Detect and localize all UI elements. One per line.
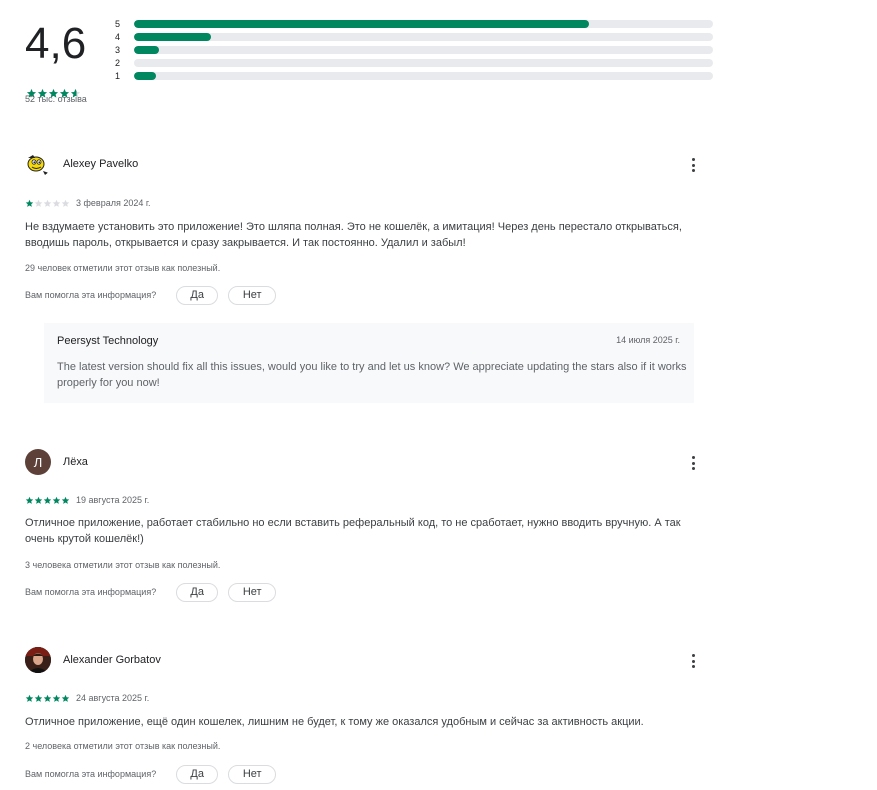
star-icon	[34, 496, 43, 505]
review-author: Лёха	[63, 456, 88, 468]
review-author: Alexey Pavelko	[63, 158, 139, 170]
rating-bar-label: 5	[115, 19, 121, 29]
rating-bar-fill	[134, 20, 589, 28]
review-date: 3 февраля 2024 г.	[76, 198, 151, 208]
reply-text: The latest version should fix all this i…	[57, 361, 687, 389]
star-icon	[43, 694, 52, 703]
review-text: Отличное приложение, работает стабильно …	[25, 517, 681, 545]
review-card-3: Alexander Gorbatov 24 августа 2025 г. От…	[25, 647, 705, 787]
rating-distribution: 5 4 3 2 1	[115, 18, 725, 83]
average-score: 4,6	[25, 19, 87, 68]
rating-bar-row: 2	[115, 57, 725, 70]
yes-button[interactable]: Да	[176, 764, 219, 784]
star-icon	[61, 694, 70, 703]
review-meta: 24 августа 2025 г.	[25, 692, 149, 704]
rating-bar-row: 5	[115, 18, 725, 31]
star-icon	[34, 694, 43, 703]
star-icon	[61, 496, 70, 505]
rating-bar-fill	[134, 33, 211, 41]
review-header: Alexander Gorbatov	[25, 647, 705, 675]
star-icon	[25, 199, 34, 208]
rating-bar-row: 3	[115, 44, 725, 57]
helpful-question: Вам помогла эта информация? Да Нет	[25, 285, 277, 305]
no-button[interactable]: Нет	[228, 582, 277, 602]
rating-bar-label: 4	[115, 32, 121, 42]
helpful-question: Вам помогла эта информация? Да Нет	[25, 764, 277, 784]
review-meta: 19 августа 2025 г.	[25, 494, 149, 506]
helpful-question-label: Вам помогла эта информация?	[25, 769, 157, 779]
yes-button[interactable]: Да	[176, 582, 219, 602]
star-icon	[25, 496, 34, 505]
review-stars	[25, 496, 70, 505]
star-icon	[52, 199, 61, 208]
more-options-button[interactable]	[685, 650, 701, 672]
more-options-button[interactable]	[685, 154, 701, 176]
review-author: Alexander Gorbatov	[63, 654, 161, 666]
more-options-button[interactable]	[685, 452, 701, 474]
review-header: Л Лёха	[25, 449, 705, 477]
rating-bar-row: 4	[115, 31, 725, 44]
rating-bar-label: 3	[115, 45, 121, 55]
letter-avatar: Л	[25, 449, 51, 475]
rating-bar-track	[134, 20, 713, 28]
helpful-question-label: Вам помогла эта информация?	[25, 587, 157, 597]
yes-button[interactable]: Да	[176, 285, 219, 305]
review-stars	[25, 694, 70, 703]
review-meta: 3 февраля 2024 г.	[25, 197, 151, 209]
rating-bar-fill	[134, 72, 156, 80]
rating-bar-label: 2	[115, 58, 121, 68]
rating-bar-track	[134, 46, 713, 54]
helpful-count: 29 человек отметили этот отзыв как полез…	[25, 263, 221, 273]
star-icon	[43, 496, 52, 505]
star-icon	[61, 199, 70, 208]
review-stars	[25, 199, 70, 208]
developer-reply: Peersyst Technology 14 июля 2025 г. The …	[44, 323, 694, 403]
helpful-question: Вам помогла эта информация? Да Нет	[25, 582, 277, 602]
avatar-letter: Л	[33, 454, 43, 470]
review-card-1: Alexey Pavelko 3 февраля 2024 г. Не взду…	[25, 151, 705, 311]
rating-bar-track	[134, 59, 713, 67]
helpful-count: 3 человека отметили этот отзыв как полез…	[25, 560, 221, 570]
cartoon-face-avatar	[25, 151, 51, 177]
helpful-question-label: Вам помогла эта информация?	[25, 290, 157, 300]
reply-date: 14 июля 2025 г.	[616, 335, 680, 345]
review-text: Отличное приложение, ещё один кошелек, л…	[25, 716, 644, 728]
rating-bar-label: 1	[115, 71, 121, 81]
helpful-count: 2 человека отметили этот отзыв как полез…	[25, 741, 221, 751]
star-icon	[34, 199, 43, 208]
rating-bar-row: 1	[115, 70, 725, 83]
star-icon	[52, 694, 61, 703]
review-card-2: Л Лёха 19 августа 2025 г. Отличное прило…	[25, 449, 705, 609]
review-text: Не вздумаете установить это приложение! …	[25, 221, 682, 249]
star-icon	[25, 694, 34, 703]
photo-avatar	[25, 647, 51, 673]
rating-bar-fill	[134, 46, 159, 54]
no-button[interactable]: Нет	[228, 285, 277, 305]
rating-bar-track	[134, 33, 713, 41]
reviews-count: 52 тыс. отзыва	[25, 94, 87, 104]
reply-author: Peersyst Technology	[57, 335, 159, 347]
review-header: Alexey Pavelko	[25, 151, 705, 179]
no-button[interactable]: Нет	[228, 764, 277, 784]
rating-summary: 4,6 52 тыс. отзыва 5 4 3 2 1	[25, 18, 725, 108]
star-icon	[43, 199, 52, 208]
rating-bar-track	[134, 72, 713, 80]
review-date: 19 августа 2025 г.	[76, 495, 150, 505]
review-date: 24 августа 2025 г.	[76, 693, 150, 703]
star-icon	[52, 496, 61, 505]
